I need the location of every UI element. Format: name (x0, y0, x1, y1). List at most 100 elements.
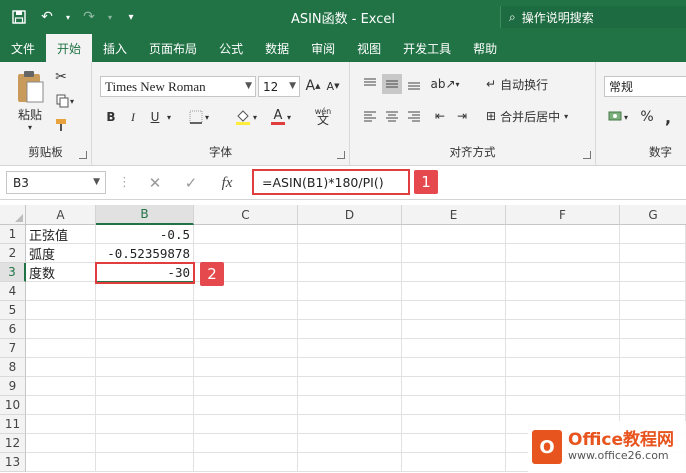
cell-a12[interactable] (26, 434, 96, 453)
cell-d10[interactable] (298, 396, 402, 415)
cell-b8[interactable] (96, 358, 194, 377)
tab-formulas[interactable]: 公式 (208, 34, 254, 62)
underline-button[interactable]: U (146, 106, 164, 128)
cell-e7[interactable] (402, 339, 506, 358)
cell-g7[interactable] (620, 339, 686, 358)
name-box[interactable]: B3 ▼ (6, 171, 106, 194)
cell-f5[interactable] (506, 301, 620, 320)
tell-me-search[interactable]: ⌕ 操作说明搜索 (500, 6, 686, 28)
cell-g8[interactable] (620, 358, 686, 377)
cell-b7[interactable] (96, 339, 194, 358)
cell-c6[interactable] (194, 320, 298, 339)
cell-c8[interactable] (194, 358, 298, 377)
tab-file[interactable]: 文件 (0, 34, 46, 62)
cell-a1[interactable]: 正弦值 (26, 225, 96, 244)
currency-icon[interactable]: ▾ (604, 106, 632, 128)
cell-g2[interactable] (620, 244, 686, 263)
row-header-13[interactable]: 13 (0, 453, 26, 472)
cell-d1[interactable] (298, 225, 402, 244)
cell-b11[interactable] (96, 415, 194, 434)
clipboard-launcher-icon[interactable] (79, 151, 87, 159)
row-header-2[interactable]: 2 (0, 244, 26, 263)
cell-a6[interactable] (26, 320, 96, 339)
align-top-icon[interactable] (360, 74, 380, 94)
tab-data[interactable]: 数据 (254, 34, 300, 62)
tab-page-layout[interactable]: 页面布局 (138, 34, 208, 62)
cell-a10[interactable] (26, 396, 96, 415)
increase-indent-icon[interactable]: ⇥ (452, 106, 472, 126)
cut-icon[interactable]: ✂ (52, 68, 70, 86)
align-middle-icon[interactable] (382, 74, 402, 94)
cell-e4[interactable] (402, 282, 506, 301)
fill-color-button[interactable]: ▾ (230, 106, 262, 128)
cell-c13[interactable] (194, 453, 298, 472)
font-name-select[interactable]: Times New Roman ▼ (100, 76, 256, 97)
cell-c9[interactable] (194, 377, 298, 396)
italic-button[interactable]: I (124, 106, 142, 128)
column-header-b[interactable]: B (96, 205, 194, 225)
cell-c10[interactable] (194, 396, 298, 415)
wrap-text-button[interactable]: ↵ 自动换行 (486, 74, 582, 94)
cell-a4[interactable] (26, 282, 96, 301)
cell-d2[interactable] (298, 244, 402, 263)
cell-e6[interactable] (402, 320, 506, 339)
tab-developer[interactable]: 开发工具 (392, 34, 462, 62)
cell-d8[interactable] (298, 358, 402, 377)
underline-dropdown-icon[interactable]: ▾ (164, 106, 174, 128)
row-header-5[interactable]: 5 (0, 301, 26, 320)
cell-f7[interactable] (506, 339, 620, 358)
cell-f2[interactable] (506, 244, 620, 263)
cell-f10[interactable] (506, 396, 620, 415)
row-header-3[interactable]: 3 (0, 263, 26, 282)
cell-b2[interactable]: -0.52359878 (96, 244, 194, 263)
cell-e1[interactable] (402, 225, 506, 244)
cancel-icon[interactable]: ✕ (144, 173, 166, 193)
column-header-a[interactable]: A (26, 205, 96, 225)
cell-b13[interactable] (96, 453, 194, 472)
percent-button[interactable]: % (638, 106, 656, 128)
cell-b10[interactable] (96, 396, 194, 415)
cell-e2[interactable] (402, 244, 506, 263)
cell-e10[interactable] (402, 396, 506, 415)
cell-b9[interactable] (96, 377, 194, 396)
orientation-icon[interactable]: ab↗ ▾ (430, 74, 460, 94)
cell-a2[interactable]: 弧度 (26, 244, 96, 263)
cell-d9[interactable] (298, 377, 402, 396)
cell-d6[interactable] (298, 320, 402, 339)
cell-c7[interactable] (194, 339, 298, 358)
formula-input[interactable]: =ASIN(B1)*180/PI() (252, 169, 410, 195)
font-size-select[interactable]: 12 ▼ (258, 76, 300, 97)
cell-e8[interactable] (402, 358, 506, 377)
column-header-g[interactable]: G (620, 205, 686, 225)
cell-d7[interactable] (298, 339, 402, 358)
column-header-d[interactable]: D (298, 205, 402, 225)
cell-g6[interactable] (620, 320, 686, 339)
cell-b6[interactable] (96, 320, 194, 339)
cell-a9[interactable] (26, 377, 96, 396)
cell-f3[interactable] (506, 263, 620, 282)
phonetic-guide-button[interactable]: wén 文 (306, 102, 340, 130)
number-format-select[interactable]: 常规 (604, 76, 686, 97)
cell-d13[interactable] (298, 453, 402, 472)
cell-d4[interactable] (298, 282, 402, 301)
tab-help[interactable]: 帮助 (462, 34, 508, 62)
row-header-4[interactable]: 4 (0, 282, 26, 301)
decrease-font-icon[interactable]: A ▼ (324, 76, 342, 96)
cell-f8[interactable] (506, 358, 620, 377)
cell-g9[interactable] (620, 377, 686, 396)
cell-e5[interactable] (402, 301, 506, 320)
cell-f9[interactable] (506, 377, 620, 396)
cell-e13[interactable] (402, 453, 506, 472)
cell-c2[interactable] (194, 244, 298, 263)
row-header-10[interactable]: 10 (0, 396, 26, 415)
cell-d5[interactable] (298, 301, 402, 320)
cell-e12[interactable] (402, 434, 506, 453)
align-left-icon[interactable] (360, 106, 380, 126)
cell-b12[interactable] (96, 434, 194, 453)
cell-g5[interactable] (620, 301, 686, 320)
enter-icon[interactable]: ✓ (180, 173, 202, 193)
cell-f4[interactable] (506, 282, 620, 301)
select-all-corner[interactable] (0, 205, 26, 225)
row-header-9[interactable]: 9 (0, 377, 26, 396)
cell-c11[interactable] (194, 415, 298, 434)
